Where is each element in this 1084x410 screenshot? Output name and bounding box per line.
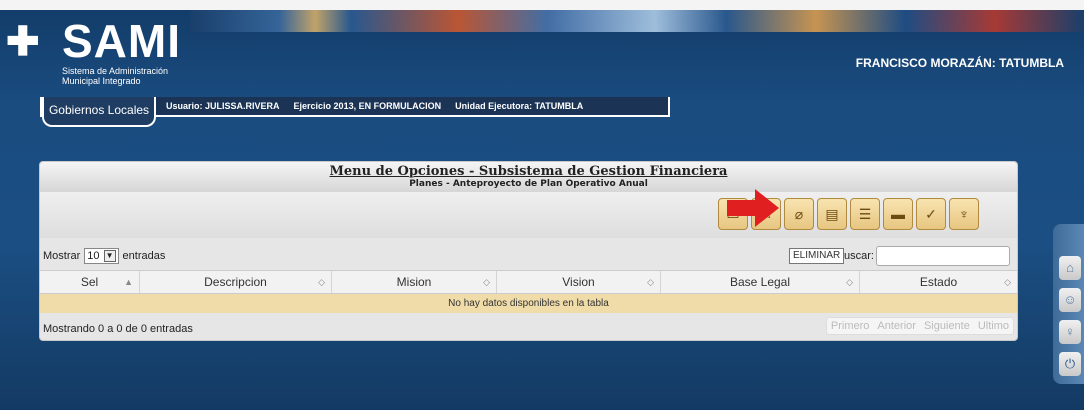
- sort-icon: ◇: [846, 277, 853, 287]
- header-banner-image: [190, 10, 1084, 32]
- column-header-estado[interactable]: Estado ◇: [860, 271, 1017, 293]
- column-label: Mision: [396, 275, 432, 289]
- panel-title: Menu de Opciones - Subsistema de Gestion…: [329, 164, 728, 179]
- column-label: Sel: [80, 275, 99, 289]
- column-label: Estado: [919, 275, 958, 289]
- app-name: SAMI: [62, 15, 181, 67]
- column-label: Vision: [562, 275, 595, 289]
- delete-icon[interactable]: ⌀: [784, 198, 814, 230]
- search-input[interactable]: [875, 246, 1010, 266]
- column-label: Descripcion: [204, 275, 267, 289]
- empty-table-message: No hay datos disponibles en la tabla: [40, 294, 1017, 313]
- usuario-label: Usuario: JULISSA.RIVERA: [166, 101, 280, 111]
- chevron-down-icon: ▼: [103, 250, 116, 262]
- table-header-row: Sel ▲ Descripcion ◇ Mision ◇ Vision ◇ Ba…: [40, 270, 1017, 294]
- logo-mark-icon: ✚: [6, 20, 40, 64]
- pagination: Primero Anterior Siguiente Ultimo: [825, 317, 1014, 335]
- entries-per-page-select[interactable]: 10 ▼: [84, 248, 119, 264]
- ejercicio-label: Ejercicio 2013, EN FORMULACION: [293, 101, 442, 111]
- pager-last[interactable]: Ultimo: [974, 318, 1013, 334]
- sort-icon: ◇: [647, 277, 654, 287]
- pager-previous[interactable]: Anterior: [873, 318, 920, 334]
- sort-icon: ◇: [483, 277, 490, 287]
- column-header-base-legal[interactable]: Base Legal ◇: [661, 271, 860, 293]
- unidad-ejecutora-label: Unidad Ejecutora: TATUMBLA: [455, 101, 584, 111]
- column-header-sel[interactable]: Sel ▲: [40, 271, 140, 293]
- app-subtitle: Sistema de Administración Municipal Inte…: [62, 66, 202, 86]
- search-control: uscar:: [844, 246, 1010, 266]
- sort-icon: ◇: [1004, 277, 1011, 287]
- key-icon[interactable]: ♀: [1059, 320, 1081, 344]
- column-header-mision[interactable]: Mision ◇: [332, 271, 497, 293]
- options-panel: Menu de Opciones - Subsistema de Gestion…: [39, 161, 1018, 341]
- user-card-icon[interactable]: ☺: [1059, 288, 1081, 312]
- panel-subtitle: Planes - Anteproyecto de Plan Operativo …: [409, 179, 648, 189]
- pager-next[interactable]: Siguiente: [920, 318, 974, 334]
- action-toolbar: ▭ ✎ ⌀ ▤ ☰ ▬ ✓ ♆: [40, 192, 1017, 238]
- panel-header: Menu de Opciones - Subsistema de Gestion…: [40, 162, 1017, 192]
- top-strip: [0, 0, 1084, 10]
- column-header-descripcion[interactable]: Descripcion ◇: [140, 271, 332, 293]
- length-label-after: entradas: [122, 250, 166, 262]
- pager-first[interactable]: Primero: [827, 318, 874, 334]
- table-info: Mostrando 0 a 0 de 0 entradas: [43, 323, 193, 335]
- print-icon[interactable]: ▬: [883, 198, 913, 230]
- table-footer: Mostrando 0 a 0 de 0 entradas Primero An…: [40, 313, 1017, 341]
- column-header-vision[interactable]: Vision ◇: [497, 271, 661, 293]
- column-label: Base Legal: [729, 275, 791, 289]
- region-label: FRANCISCO MORAZÁN: TATUMBLA: [855, 56, 1064, 70]
- search-label: uscar:: [844, 250, 874, 262]
- sort-asc-icon: ▲: [124, 277, 133, 287]
- power-icon[interactable]: ⏻: [1059, 352, 1081, 376]
- eliminar-tooltip: ELIMINAR: [789, 248, 845, 264]
- table-controls: Mostrar 10 ▼ entradas uscar:: [40, 238, 1017, 270]
- document-icon[interactable]: ▤: [817, 198, 847, 230]
- home-icon[interactable]: ⌂: [1059, 256, 1081, 280]
- key-icon[interactable]: ♆: [949, 198, 979, 230]
- sort-icon: ◇: [318, 277, 325, 287]
- session-info: Usuario: JULISSA.RIVERA Ejercicio 2013, …: [166, 101, 583, 111]
- tab-gobiernos-locales[interactable]: Gobiernos Locales: [42, 97, 156, 127]
- length-label-before: Mostrar: [43, 250, 81, 262]
- red-arrow-icon: [727, 189, 779, 227]
- app-subtitle-line1: Sistema de Administración: [62, 66, 169, 76]
- length-control: Mostrar 10 ▼ entradas: [43, 248, 165, 264]
- entries-per-page-value: 10: [87, 250, 100, 262]
- app-subtitle-line2: Municipal Integrado: [62, 76, 141, 86]
- sami-logo: ✚ SAMI Sistema de Administración Municip…: [6, 14, 186, 104]
- check-icon[interactable]: ✓: [916, 198, 946, 230]
- side-quick-menu: ⌂ ☺ ♀ ⏻: [1053, 224, 1084, 384]
- list-icon[interactable]: ☰: [850, 198, 880, 230]
